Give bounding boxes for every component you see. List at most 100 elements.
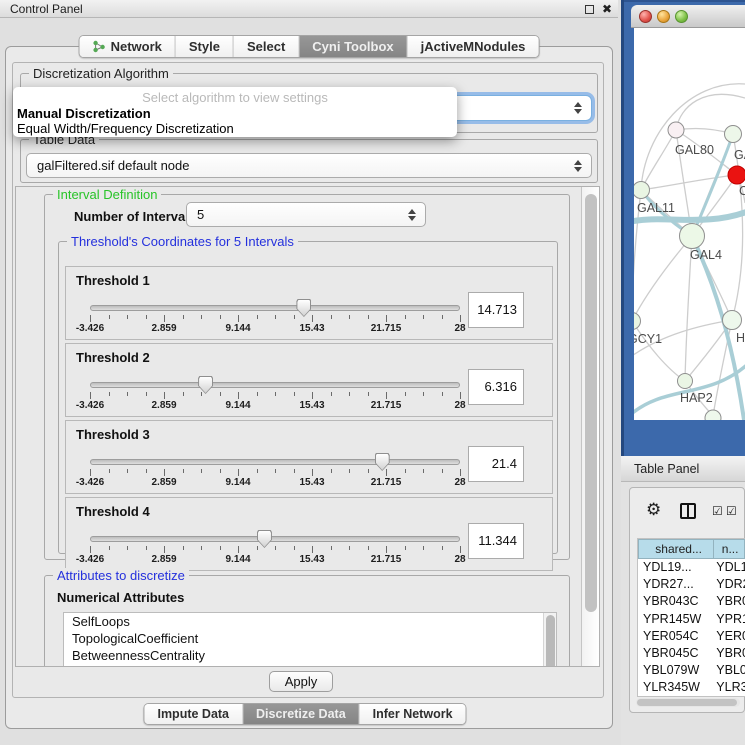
GAL80-node[interactable] [668,122,684,138]
table-scrollbar-thumb[interactable] [637,699,737,706]
settings-scrollbar-thumb[interactable] [585,194,597,612]
threshold-slider[interactable] [90,536,460,542]
tab-label: Network [111,39,162,54]
network-view-canvas[interactable]: GAL80GACGAL11GAL4GCY1HHAP2 [634,28,745,420]
top-tab-bar: Network Style Select Cyni Toolbox jActiveMNo… [79,35,540,58]
tab-infer-network[interactable]: Infer Network [360,704,466,724]
network-edge[interactable] [641,175,737,190]
list-scrollbar-thumb[interactable] [546,615,555,667]
network-edge[interactable] [634,363,745,416]
GAL11-node[interactable] [634,182,650,199]
table-cell[interactable]: YLR345W [638,679,714,696]
number-of-intervals-combobox[interactable]: 5 [186,202,426,227]
threshold-value-field[interactable]: 6.316 [468,369,524,405]
threshold-value-field[interactable]: 21.4 [468,446,524,482]
combo-stepper-icon[interactable] [573,160,582,172]
tab-select[interactable]: Select [234,36,299,57]
threshold-slider[interactable] [90,459,460,465]
number-of-intervals-value: 5 [197,203,204,226]
table-row[interactable]: YPR145WYPR1 [638,611,745,628]
network-edge[interactable] [676,94,745,130]
combo-stepper-icon[interactable] [407,209,416,221]
attribute-list-item[interactable]: SelfLoops [64,613,556,630]
zoom-traffic-light-icon[interactable] [675,10,688,23]
table-row[interactable]: YDR27...YDR2 [638,576,745,593]
tab-label: Infer Network [373,707,453,721]
table-cell[interactable]: YIL052C [638,697,714,698]
table-row[interactable]: YBR045CYBR0 [638,645,745,662]
table-cell[interactable]: YDL19... [638,559,714,576]
close-icon[interactable]: ✖ [602,0,612,18]
tab-label: Select [247,39,285,54]
scale-tick-label: 2.859 [151,554,176,565]
top-right-node[interactable] [725,126,742,143]
table-row[interactable]: YER054CYER0 [638,628,745,645]
table-cell[interactable]: YDL1 [714,559,745,576]
scale-tick-label: 21.715 [371,323,402,334]
table-row[interactable]: YDL19...YDL1 [638,559,745,576]
table-cell[interactable]: YBR043C [638,593,714,610]
table-row[interactable]: YBL079WYBL0 [638,662,745,679]
table-cell[interactable]: YDR27... [638,576,714,593]
scale-tick-label: 28 [454,477,465,488]
table-cell[interactable]: YBL079W [638,662,714,679]
H-node[interactable] [723,311,742,330]
slider-scale-labels: -3.4262.8599.14415.4321.71528 [90,477,460,489]
red-node[interactable] [728,166,745,184]
table-cell[interactable]: YLR3 [714,679,745,696]
popup-option-equal-width[interactable]: Equal Width/Frequency Discretization [17,121,234,136]
popup-option-manual-discretization[interactable]: Manual Discretization [17,106,151,121]
network-edge[interactable] [634,236,692,321]
settings-scrollbar[interactable] [581,187,599,666]
tab-network[interactable]: Network [80,36,176,57]
table-data-combobox[interactable]: galFiltered.sif default node [26,153,592,178]
node-label: GAL11 [637,201,675,215]
table-row[interactable]: YBR043CYBR0 [638,593,745,610]
table-cell[interactable]: YPR1 [714,611,745,628]
threshold-slider[interactable] [90,382,460,388]
threshold-slider[interactable] [90,305,460,311]
tab-discretize-data[interactable]: Discretize Data [243,704,360,724]
table-row[interactable]: YIL052CYIL0 [638,697,745,698]
column-layout-icon[interactable] [680,503,696,519]
table-column-header[interactable]: n... [714,539,745,559]
GCY1-node[interactable] [634,313,641,330]
table-cell[interactable]: YDR2 [714,576,745,593]
table-horizontal-scrollbar[interactable] [636,698,740,707]
threshold-value-field[interactable]: 11.344 [468,523,524,559]
threshold-value-field[interactable]: 14.713 [468,292,524,328]
table-row[interactable]: YLR345WYLR3 [638,679,745,696]
table-cell[interactable]: YIL0 [714,697,745,698]
table-cell[interactable]: YBR0 [714,645,745,662]
table-cell[interactable]: YBR0 [714,593,745,610]
list-scrollbar[interactable] [543,613,556,667]
gear-icon[interactable]: ⚙ [646,500,661,520]
table-cell[interactable]: YER0 [714,628,745,645]
bottom-node[interactable] [705,410,721,420]
close-traffic-light-icon[interactable] [639,10,652,23]
tab-impute-data[interactable]: Impute Data [144,704,243,724]
table-cell[interactable]: YPR145W [638,611,714,628]
checkbox-icon[interactable]: ☑ [726,504,737,518]
GAL4-node[interactable] [680,224,705,249]
tab-style[interactable]: Style [176,36,234,57]
table-column-header[interactable]: shared... [638,539,714,559]
attribute-list-item[interactable]: TopologicalCoefficient [64,630,556,647]
table-cell[interactable]: YER054C [638,628,714,645]
apply-button[interactable]: Apply [269,671,333,692]
network-window-titlebar[interactable] [631,5,745,28]
table-cell[interactable]: YBL0 [714,662,745,679]
network-edge[interactable] [634,321,685,381]
HAP2-node[interactable] [678,374,693,389]
tab-label: Cyni Toolbox [312,39,393,54]
table-panel-inner: ⚙ ☑ ☑ shared...n... YDL19...YDL1YDR27...… [629,487,745,713]
combo-stepper-icon[interactable] [573,102,582,114]
checkbox-icon[interactable]: ☑ [712,504,723,518]
float-window-icon[interactable] [585,5,594,14]
attribute-list-item[interactable]: BetweennessCentrality [64,647,556,664]
minimize-traffic-light-icon[interactable] [657,10,670,23]
table-cell[interactable]: YBR045C [638,645,714,662]
tab-jactivemnodules[interactable]: jActiveMNodules [408,36,539,57]
tab-cyni-toolbox[interactable]: Cyni Toolbox [299,36,407,57]
slider-ticks [90,469,460,477]
